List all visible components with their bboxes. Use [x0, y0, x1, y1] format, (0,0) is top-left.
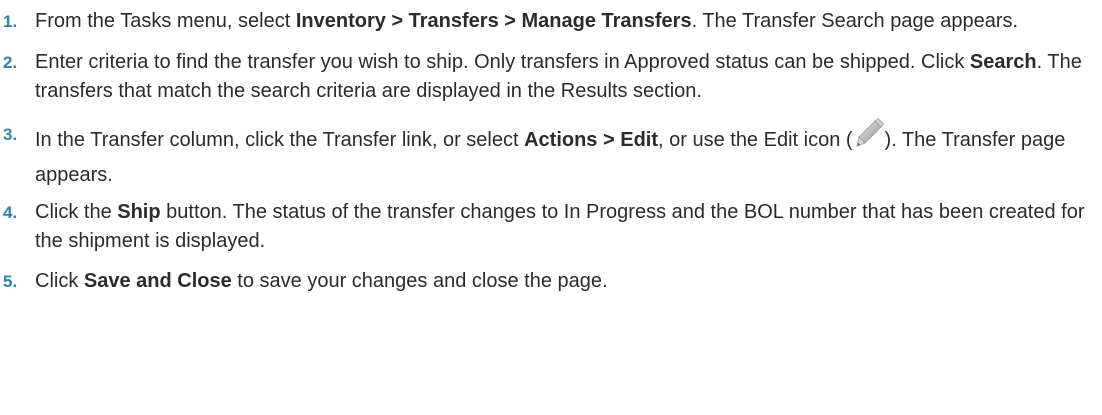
step-text: to save your changes and close the page. [231, 270, 608, 292]
step-text: , or use the Edit icon ( [658, 129, 853, 151]
actions-edit-ref: Actions > Edit [524, 129, 658, 151]
step-1: 1. From the Tasks menu, select Inventory… [0, 7, 1102, 36]
step-text: From the Tasks menu, select [35, 10, 296, 32]
step-number: 2. [3, 53, 18, 72]
step-text: button. The status of the transfer chang… [35, 201, 1085, 252]
step-5: 5. Click Save and Close to save your cha… [0, 267, 1102, 296]
step-number: 5. [3, 272, 18, 291]
step-4: 4. Click the Ship button. The status of … [0, 198, 1102, 256]
step-2: 2. Enter criteria to find the transfer y… [0, 48, 1102, 106]
pencil-icon [854, 118, 884, 159]
step-number: 1. [3, 12, 18, 31]
step-text: Enter criteria to find the transfer you … [35, 51, 970, 73]
procedure-steps: 1. From the Tasks menu, select Inventory… [0, 0, 1102, 296]
ship-button-ref: Ship [117, 201, 161, 223]
menu-path: Inventory > Transfers > Manage Transfers [295, 10, 692, 32]
search-button-ref: Search [969, 51, 1037, 73]
step-text: Click the [35, 201, 118, 223]
step-number: 3. [3, 125, 18, 144]
step-text: In the Transfer column, click the Transf… [35, 129, 525, 151]
save-and-close-ref: Save and Close [83, 270, 232, 292]
step-number: 4. [3, 203, 18, 222]
step-text: . The Transfer Search page appears. [691, 10, 1019, 32]
step-text: Click [35, 270, 84, 292]
step-3: 3. In the Transfer column, click the Tra… [0, 118, 1102, 192]
